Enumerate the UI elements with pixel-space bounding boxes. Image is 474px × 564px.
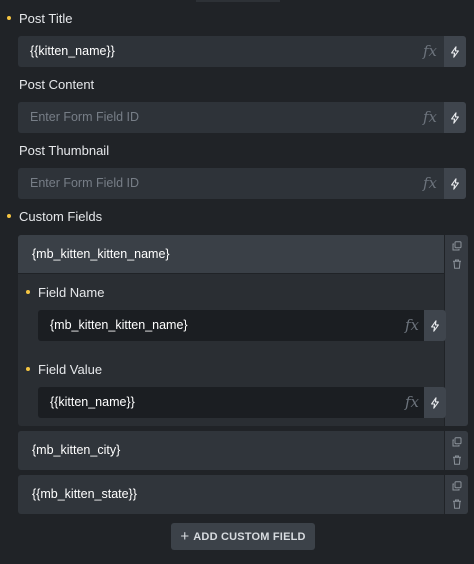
post-title-value: {{kitten_name}} — [30, 44, 115, 58]
fx-icon[interactable]: fx — [402, 387, 422, 418]
field-name-label: Field Name — [38, 285, 105, 300]
bolt-icon[interactable] — [424, 310, 446, 341]
post-thumbnail-placeholder: Enter Form Field ID — [30, 176, 140, 190]
post-title-label: Post Title — [19, 11, 73, 26]
clone-icon[interactable] — [445, 236, 468, 256]
trash-icon[interactable] — [445, 450, 468, 470]
bolt-icon[interactable] — [424, 387, 446, 418]
clone-icon[interactable] — [445, 476, 468, 496]
custom-field-item: {{mb_kitten_state}} — [18, 475, 468, 514]
post-thumbnail-field[interactable]: Enter Form Field ID fx — [18, 168, 466, 199]
field-value-value: {{kitten_name}} — [50, 395, 135, 409]
item-controls — [444, 475, 468, 514]
clone-icon[interactable] — [445, 432, 468, 452]
plus-icon: + — [180, 528, 190, 545]
fx-icon[interactable]: fx — [402, 310, 422, 341]
dynamic-data-dot — [7, 214, 11, 218]
post-content-placeholder: Enter Form Field ID — [30, 110, 140, 124]
post-content-label: Post Content — [19, 77, 95, 92]
custom-field-item: {mb_kitten_city} — [18, 431, 468, 470]
post-title-field[interactable]: {{kitten_name}} fx — [18, 36, 466, 67]
custom-field-item: {mb_kitten_kitten_name} Field Name {mb_k… — [18, 235, 468, 426]
add-custom-field-label: ADD CUSTOM FIELD — [193, 530, 306, 543]
field-value-input[interactable]: {{kitten_name}} fx — [38, 387, 446, 418]
field-name-input[interactable]: {mb_kitten_kitten_name} fx — [38, 310, 446, 341]
item-controls — [444, 431, 468, 470]
divider — [18, 273, 444, 274]
trash-icon[interactable] — [445, 254, 468, 274]
custom-field-item-title[interactable]: {mb_kitten_city} — [18, 431, 444, 469]
trash-icon[interactable] — [445, 494, 468, 514]
dynamic-data-dot — [26, 367, 30, 371]
bolt-icon[interactable] — [444, 36, 466, 67]
dynamic-data-dot — [26, 290, 30, 294]
custom-field-item-title[interactable]: {{mb_kitten_state}} — [18, 475, 444, 513]
custom-fields-label: Custom Fields — [19, 209, 103, 224]
post-thumbnail-label: Post Thumbnail — [19, 143, 110, 158]
bolt-icon[interactable] — [444, 168, 466, 199]
field-value-label: Field Value — [38, 362, 103, 377]
bolt-icon[interactable] — [444, 102, 466, 133]
fx-icon[interactable]: fx — [420, 102, 440, 133]
add-custom-field-button[interactable]: + ADD CUSTOM FIELD — [171, 523, 315, 550]
fx-icon[interactable]: fx — [420, 168, 440, 199]
dynamic-data-dot — [7, 16, 11, 20]
item-controls — [444, 235, 468, 426]
custom-field-item-title[interactable]: {mb_kitten_kitten_name} — [18, 235, 444, 273]
post-content-field[interactable]: Enter Form Field ID fx — [18, 102, 466, 133]
field-name-value: {mb_kitten_kitten_name} — [50, 318, 188, 332]
fx-icon[interactable]: fx — [420, 36, 440, 67]
panel-top-divider — [196, 0, 280, 2]
